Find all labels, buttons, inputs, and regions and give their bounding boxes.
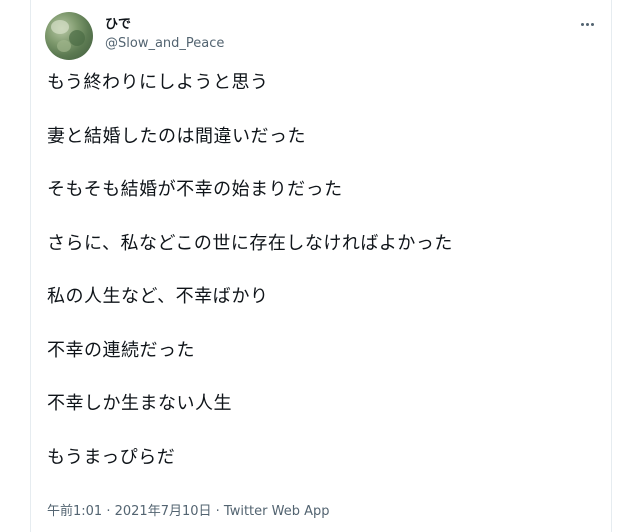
dot: [580, 22, 584, 26]
tweet-card: ひで @Slow_and_Peace もう終わりにしようと思う 妻と結婚したのは…: [30, 0, 612, 532]
tweet-meta: 午前1:01 · 2021年7月10日 · Twitter Web App: [47, 503, 330, 521]
dot: [590, 22, 594, 26]
tweet-line: 私の人生など、不幸ばかり: [47, 286, 269, 307]
tweet-date[interactable]: 2021年7月10日: [115, 504, 212, 519]
tweet-line: もうまっぴらだ: [47, 446, 176, 468]
tweet-source-app[interactable]: Twitter Web App: [224, 504, 330, 519]
forest-avatar-icon[interactable]: [45, 12, 93, 60]
meta-separator: ·: [102, 504, 115, 519]
avatar-leaf-shape: [69, 30, 85, 46]
tweet-line: もう終わりにしようと思う: [47, 72, 269, 93]
tweet-line: 不幸しか生まない人生: [47, 393, 232, 414]
tweet-text: もう終わりにしようと思う 妻と結婚したのは間違いだった そもそも結婚が不幸の始ま…: [47, 70, 601, 498]
display-name[interactable]: ひで: [105, 16, 224, 34]
meta-separator: ·: [211, 504, 224, 519]
tweet-header: ひで @Slow_and_Peace: [45, 12, 601, 62]
user-names: ひで @Slow_and_Peace: [105, 16, 224, 54]
dot: [585, 22, 589, 26]
tweet-line: さらに、私などこの世に存在しなければよかった: [47, 232, 453, 254]
tweet-line: そもそも結婚が不幸の始まりだった: [47, 179, 343, 200]
avatar-leaf-shape: [57, 40, 71, 52]
user-handle[interactable]: @Slow_and_Peace: [105, 34, 224, 54]
avatar-leaf-shape: [51, 20, 69, 34]
tweet-time[interactable]: 午前1:01: [47, 504, 102, 519]
tweet-line: 不幸の連続だった: [47, 339, 195, 361]
tweet-line: 妻と結婚したのは間違いだった: [47, 125, 306, 147]
more-horizontal-icon[interactable]: [575, 14, 599, 34]
